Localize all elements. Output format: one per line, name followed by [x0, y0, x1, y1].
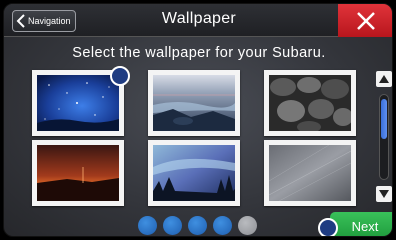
page-dot-3[interactable] — [188, 216, 207, 235]
wallpaper-thumbnail-rocky-seashore[interactable] — [148, 70, 240, 136]
wallpaper-thumbnail-aurora-forest[interactable] — [148, 140, 240, 206]
page-dot-1[interactable] — [138, 216, 157, 235]
scrollbar-thumb[interactable] — [381, 99, 387, 139]
aurora-image — [153, 145, 235, 201]
next-button-label: Next — [351, 218, 379, 234]
page-dot-4[interactable] — [213, 216, 232, 235]
wallpaper-thumbnail-silver-texture[interactable] — [264, 140, 356, 206]
silver-texture-image — [268, 144, 352, 202]
next-indicator — [318, 218, 338, 236]
chevron-left-icon — [16, 14, 25, 28]
page-dot-2[interactable] — [163, 216, 182, 235]
triangle-up-icon — [379, 75, 389, 83]
navigation-back-button[interactable]: Navigation — [12, 10, 76, 32]
page-dot-5[interactable] — [238, 216, 257, 235]
header-bar: Navigation Wallpaper — [4, 4, 392, 37]
triangle-down-icon — [379, 190, 389, 198]
close-icon — [357, 11, 375, 30]
close-button[interactable] — [338, 4, 392, 37]
instruction-text: Select the wallpaper for your Subaru. — [72, 45, 326, 61]
navigation-back-label: Navigation — [28, 16, 71, 26]
wallpaper-thumbnail-red-sunset[interactable] — [32, 140, 124, 206]
wallpaper-thumbnail-dark-pebbles[interactable] — [264, 70, 356, 136]
selected-indicator — [110, 66, 130, 86]
pebbles-image — [269, 75, 353, 133]
wallpaper-screen: Navigation Wallpaper Select the wallpape… — [3, 3, 393, 237]
page-title: Wallpaper — [161, 10, 237, 27]
seashore-image — [153, 75, 235, 131]
next-button[interactable]: Next — [330, 212, 392, 236]
scrollbar-track[interactable] — [379, 94, 389, 180]
scroll-down-button[interactable] — [376, 186, 392, 202]
starry-sky-image — [37, 75, 119, 131]
sunset-image — [37, 145, 119, 201]
scroll-up-button[interactable] — [376, 71, 392, 87]
